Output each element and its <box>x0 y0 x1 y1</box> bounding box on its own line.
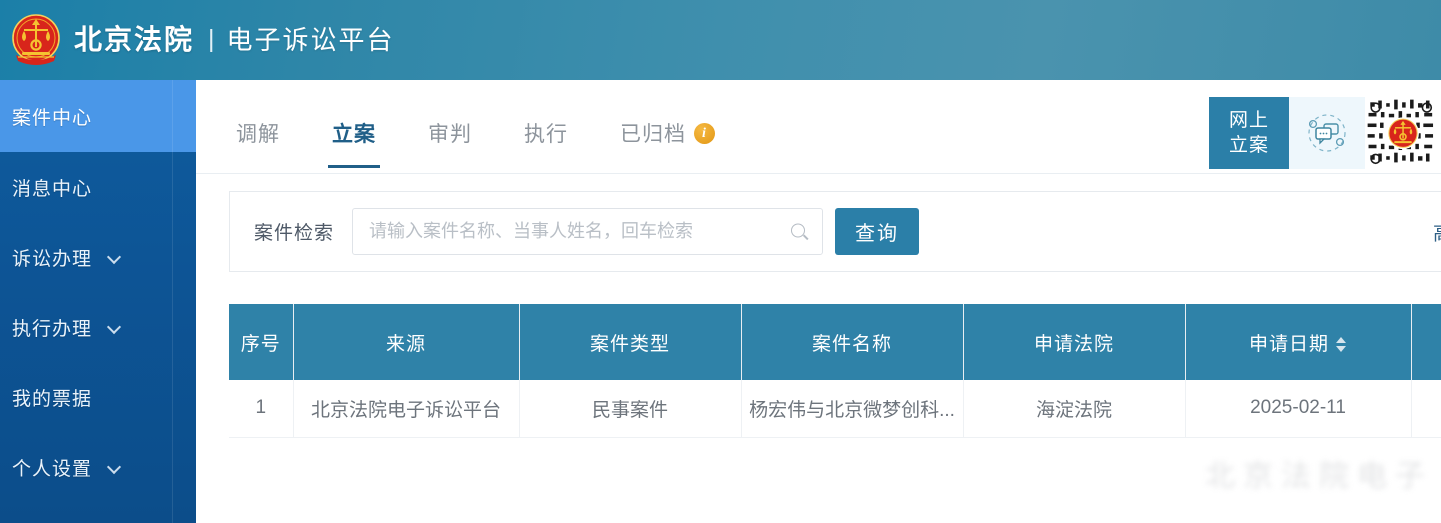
sidebar-item-message-center[interactable]: 消息中心 <box>0 152 196 222</box>
online-filing-line1: 网上 <box>1228 110 1269 131</box>
app-header: 北京法院 | 电子诉讼平台 <box>0 0 1441 80</box>
column-header-extra[interactable] <box>1411 304 1441 380</box>
cell-apply-date: 2025-02-11 <box>1185 380 1412 438</box>
sort-arrows-icon[interactable] <box>1336 336 1347 353</box>
column-header-court[interactable]: 申请法院 <box>963 304 1186 380</box>
tab-label: 执行 <box>524 123 568 146</box>
column-header-apply-date-label: 申请日期 <box>1248 333 1329 355</box>
sidebar-item-litigation[interactable]: 诉讼办理 <box>0 222 196 292</box>
search-field-wrapper[interactable] <box>352 208 824 255</box>
case-table: 序号 来源 案件类型 案件名称 申请法院 申请日期 1 北京法院电子诉讼平台 民… <box>229 304 1441 438</box>
tab-filing[interactable]: 立案 <box>328 118 380 168</box>
qr-code-button[interactable] <box>1365 97 1441 173</box>
column-header-apply-date[interactable]: 申请日期 <box>1185 304 1412 380</box>
sidebar-item-label: 案件中心 <box>12 107 93 129</box>
chat-button[interactable] <box>1289 97 1365 169</box>
chevron-down-icon <box>108 460 122 474</box>
sidebar-item-label: 我的票据 <box>12 388 93 410</box>
table-row[interactable]: 1 北京法院电子诉讼平台 民事案件 杨宏伟与北京微梦创科... 海淀法院 202… <box>229 380 1441 438</box>
cell-extra <box>1411 380 1441 438</box>
tab-label: 调解 <box>236 123 280 146</box>
cell-index: 1 <box>229 380 294 438</box>
tab-mediation[interactable]: 调解 <box>236 118 280 168</box>
sidebar-item-label: 个人设置 <box>12 458 93 480</box>
info-icon[interactable]: i <box>694 122 715 144</box>
tab-trial[interactable]: 审判 <box>428 118 472 168</box>
column-header-case-type[interactable]: 案件类型 <box>519 304 742 380</box>
tab-label: 审判 <box>428 123 472 146</box>
court-emblem-icon <box>8 11 64 69</box>
brand-subtitle: 电子诉讼平台 <box>226 25 395 55</box>
table-head: 序号 来源 案件类型 案件名称 申请法院 申请日期 <box>229 304 1441 380</box>
query-button[interactable]: 查询 <box>835 208 920 255</box>
tab-label: 立案 <box>332 123 376 146</box>
tab-execution[interactable]: 执行 <box>524 118 568 168</box>
sidebar-item-enforcement[interactable]: 执行办理 <box>0 292 196 362</box>
sidebar-item-case-center[interactable]: 案件中心 <box>0 80 196 152</box>
tab-bar: 调解 立案 审判 执行 已归档 i 网上 立案 <box>196 80 1441 174</box>
tab-label: 已归档 <box>620 123 686 146</box>
tab-archived[interactable]: 已归档 i <box>620 118 715 168</box>
sidebar-item-personal-settings[interactable]: 个人设置 <box>0 432 196 502</box>
header-action-group: 网上 立案 <box>1209 97 1441 169</box>
chevron-down-icon <box>108 250 122 264</box>
brand: 北京法院 | 电子诉讼平台 <box>74 26 395 54</box>
main-content: 调解 立案 审判 执行 已归档 i 网上 立案 案件检索 请输入案件名称、当事人… <box>196 80 1441 523</box>
sidebar-item-my-bills[interactable]: 我的票据 <box>0 362 196 432</box>
sidebar-item-label: 消息中心 <box>12 178 93 200</box>
column-header-index[interactable]: 序号 <box>229 304 294 380</box>
sidebar-item-label: 诉讼办理 <box>12 248 93 270</box>
sidebar: 案件中心 消息中心 诉讼办理 执行办理 我的票据 个人设置 <box>0 80 196 523</box>
qr-code-emblem-icon <box>1367 99 1434 165</box>
advanced-search-link[interactable]: 高级检索 <box>1433 218 1441 245</box>
table-header-row: 序号 来源 案件类型 案件名称 申请法院 申请日期 <box>229 304 1441 380</box>
cell-case-name: 杨宏伟与北京微梦创科... <box>741 380 964 438</box>
search-input[interactable] <box>369 209 783 254</box>
column-header-case-name[interactable]: 案件名称 <box>741 304 964 380</box>
chat-bubbles-icon <box>1308 114 1346 152</box>
cell-court: 海淀法院 <box>963 380 1186 438</box>
brand-separator: | <box>208 24 215 53</box>
online-filing-button[interactable]: 网上 立案 <box>1209 97 1289 169</box>
table-body: 1 北京法院电子诉讼平台 民事案件 杨宏伟与北京微梦创科... 海淀法院 202… <box>229 380 1441 438</box>
search-panel: 案件检索 查询 高级检索 <box>229 191 1441 272</box>
brand-title: 北京法院 <box>74 24 195 55</box>
app-root: 北京法院 | 电子诉讼平台 案件中心 消息中心 诉讼办理 执行办理 我的票据 个… <box>0 0 1441 523</box>
chevron-down-icon <box>108 320 122 334</box>
case-table-wrapper: 序号 来源 案件类型 案件名称 申请法院 申请日期 1 北京法院电子诉讼平台 民… <box>229 304 1441 523</box>
search-label: 案件检索 <box>254 223 335 244</box>
online-filing-line2: 立案 <box>1228 135 1269 156</box>
search-icon[interactable] <box>791 223 808 240</box>
cell-case-type: 民事案件 <box>519 380 742 438</box>
cell-source: 北京法院电子诉讼平台 <box>293 380 520 438</box>
column-header-source[interactable]: 来源 <box>293 304 520 380</box>
sidebar-item-label: 执行办理 <box>12 318 93 340</box>
